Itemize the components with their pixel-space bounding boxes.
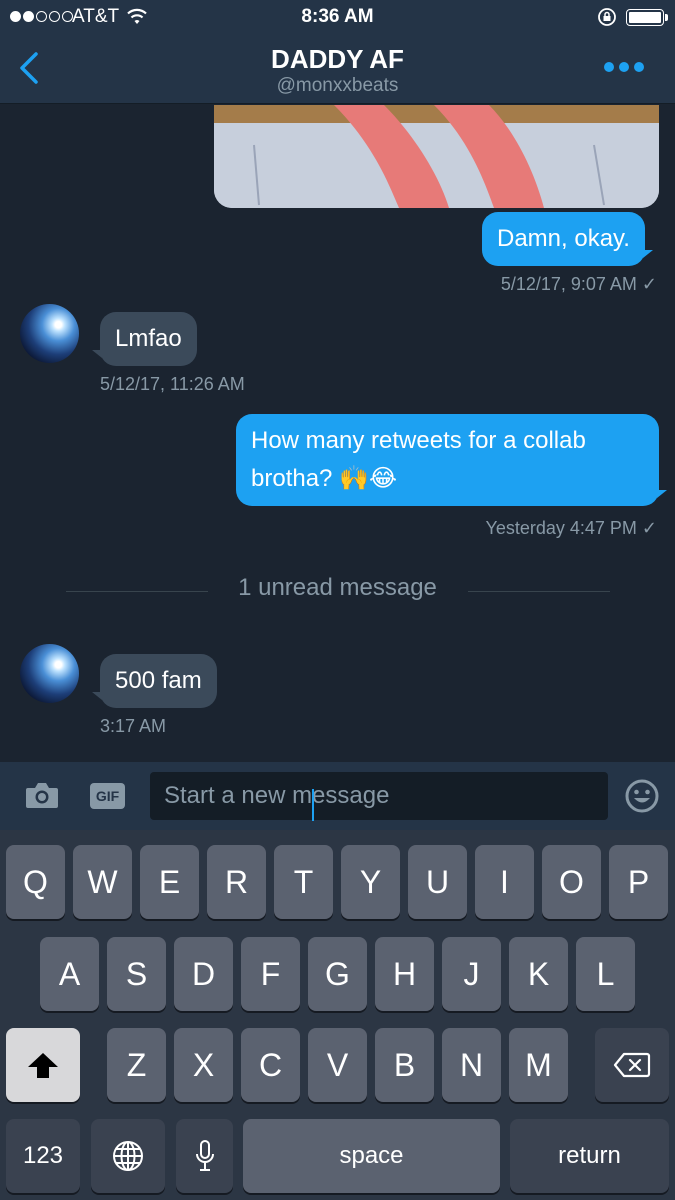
key-j[interactable]: J	[442, 937, 501, 1011]
shift-arrow-icon	[28, 1053, 58, 1078]
dictation-key[interactable]	[176, 1119, 233, 1193]
avatar[interactable]	[20, 304, 79, 363]
key-d[interactable]: D	[174, 937, 233, 1011]
key-c[interactable]: C	[241, 1028, 300, 1102]
battery-icon	[626, 9, 668, 26]
key-e[interactable]: E	[140, 845, 199, 919]
message-text: Lmfao	[115, 325, 182, 352]
key-n[interactable]: N	[442, 1028, 501, 1102]
key-b[interactable]: B	[375, 1028, 434, 1102]
smiley-icon[interactable]	[624, 778, 660, 814]
message-bubble-incoming[interactable]: 500 fam	[92, 654, 217, 708]
message-text: Damn, okay.	[497, 225, 630, 252]
delete-key[interactable]	[595, 1028, 669, 1102]
globe-key[interactable]	[91, 1119, 165, 1193]
key-a[interactable]: A	[40, 937, 99, 1011]
message-text-line: How many retweets for a collab	[251, 427, 586, 454]
key-o[interactable]: O	[542, 845, 601, 919]
unread-divider-line	[468, 591, 610, 592]
message-text-line: brotha? 🙌😂	[251, 465, 397, 492]
globe-icon	[113, 1141, 143, 1171]
status-time: 8:36 AM	[301, 6, 374, 27]
numbers-key[interactable]: 123	[6, 1119, 80, 1193]
key-i[interactable]: I	[475, 845, 534, 919]
message-timestamp: 5/12/17, 9:07 AM ✓	[500, 274, 657, 294]
key-h[interactable]: H	[375, 937, 434, 1011]
message-composer: GIF Start a new message	[0, 762, 675, 830]
key-m[interactable]: M	[509, 1028, 568, 1102]
message-bubble-outgoing[interactable]: Damn, okay.	[482, 212, 653, 266]
avatar[interactable]	[20, 644, 79, 703]
backspace-icon	[613, 1052, 651, 1078]
message-input[interactable]: Start a new message	[150, 772, 608, 821]
microphone-icon	[195, 1140, 214, 1171]
gif-button[interactable]: GIF	[90, 783, 125, 809]
key-q[interactable]: Q	[6, 845, 65, 919]
return-key[interactable]: return	[510, 1119, 669, 1193]
rotation-lock-icon	[598, 8, 616, 26]
space-key[interactable]: space	[243, 1119, 500, 1193]
keyboard: Q W E R T Y U I O P A S D F G H J K L Z …	[0, 830, 675, 1200]
key-t[interactable]: T	[274, 845, 333, 919]
key-g[interactable]: G	[308, 937, 367, 1011]
message-timestamp: 5/12/17, 11:26 AM	[100, 374, 245, 394]
more-dots-icon[interactable]	[604, 62, 644, 72]
key-x[interactable]: X	[174, 1028, 233, 1102]
key-l[interactable]: L	[576, 937, 635, 1011]
key-k[interactable]: K	[509, 937, 568, 1011]
key-w[interactable]: W	[73, 845, 132, 919]
message-bubble-outgoing[interactable]: How many retweets for a collab brotha? 🙌…	[236, 414, 667, 506]
conversation-header: AT&T 8:36 AM DADDY AF @monxxbeats	[0, 0, 675, 104]
unread-divider-label: 1 unread message	[238, 574, 437, 601]
key-z[interactable]: Z	[107, 1028, 166, 1102]
message-text: 500 fam	[115, 667, 202, 694]
key-u[interactable]: U	[408, 845, 467, 919]
shift-key[interactable]	[6, 1028, 80, 1102]
key-r[interactable]: R	[207, 845, 266, 919]
key-y[interactable]: Y	[341, 845, 400, 919]
shared-image[interactable]	[214, 105, 659, 208]
key-f[interactable]: F	[241, 937, 300, 1011]
message-timestamp: Yesterday 4:47 PM ✓	[485, 518, 657, 538]
key-v[interactable]: V	[308, 1028, 367, 1102]
status-bar: AT&T 8:36 AM	[0, 0, 675, 36]
message-input-placeholder: Start a new message	[164, 782, 390, 809]
key-p[interactable]: P	[609, 845, 668, 919]
conversation-handle: @monxxbeats	[276, 75, 399, 96]
message-bubble-incoming[interactable]: Lmfao	[92, 312, 197, 366]
camera-icon[interactable]	[24, 780, 60, 810]
text-caret	[312, 789, 314, 821]
conversation-title[interactable]: DADDY AF	[0, 44, 675, 75]
key-s[interactable]: S	[107, 937, 166, 1011]
message-timestamp: 3:17 AM	[100, 716, 167, 736]
